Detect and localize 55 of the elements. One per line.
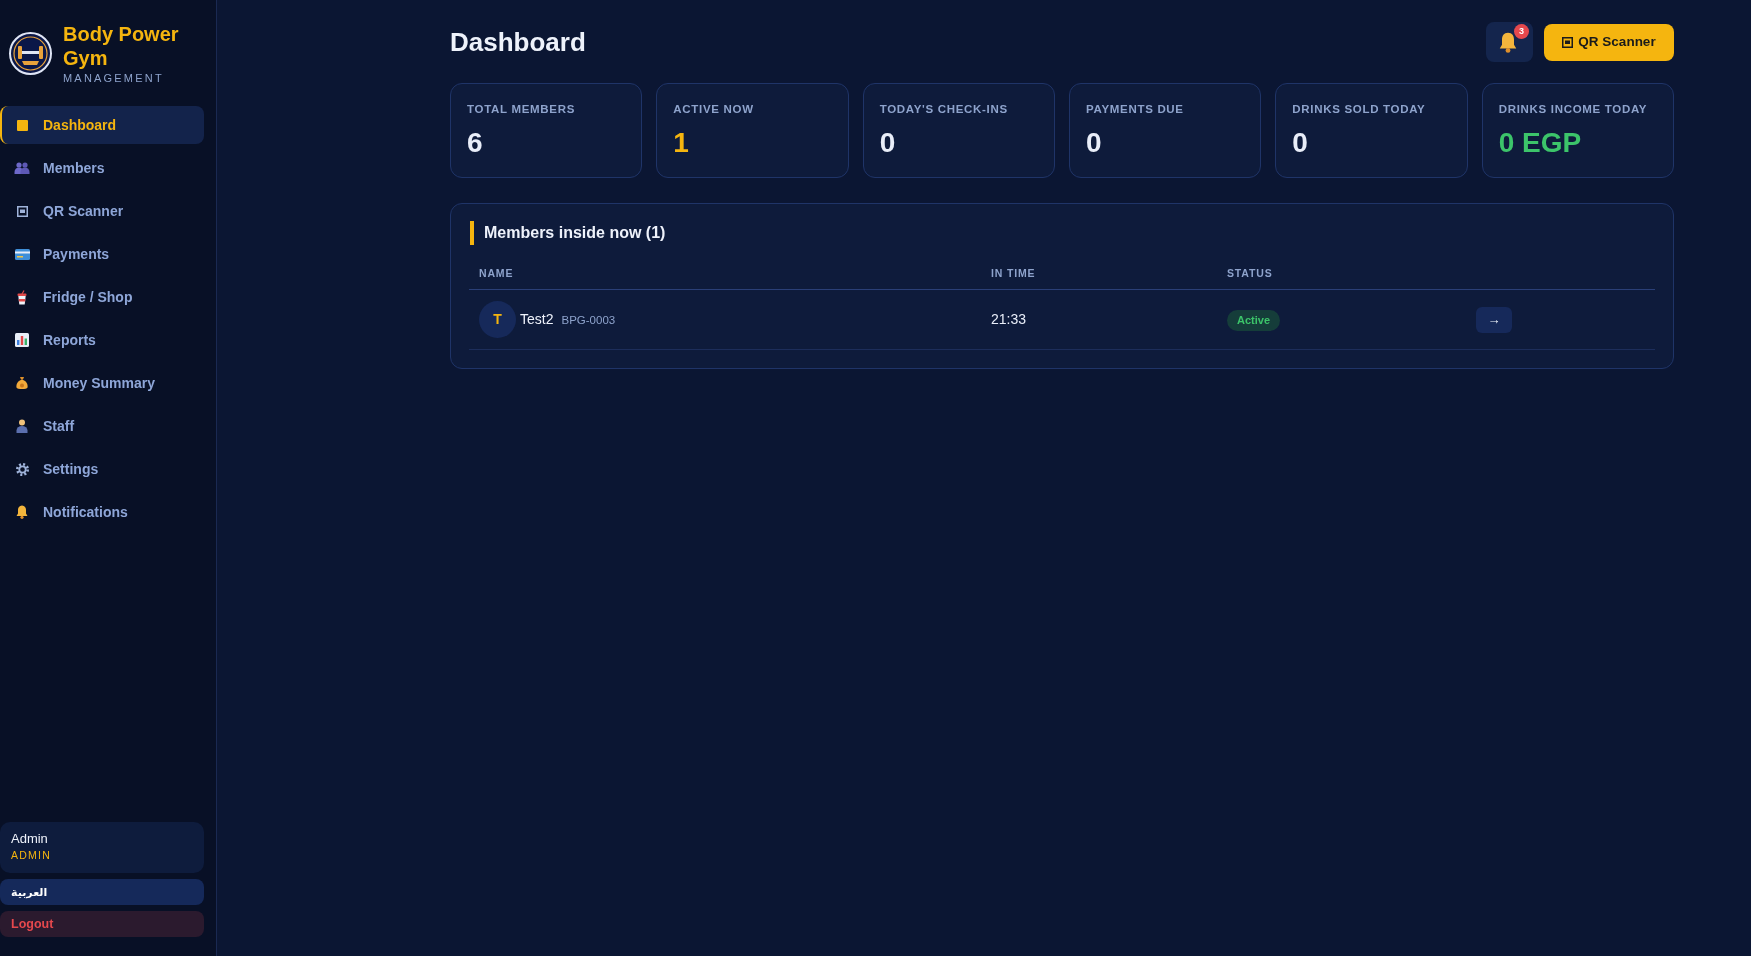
scan-frame-icon	[16, 205, 28, 217]
sidebar-item[interactable]: Notifications	[0, 493, 204, 531]
stat-value: 0 EGP	[1498, 126, 1583, 160]
stat-value: 0	[1292, 126, 1309, 160]
sidebar-item[interactable]: Money Summary	[0, 364, 204, 402]
qr-scanner-button[interactable]: QR Scanner	[1544, 23, 1674, 61]
stat-value: 6	[467, 126, 484, 160]
user-name: Admin	[11, 831, 49, 847]
notification-badge: 3	[1514, 24, 1529, 39]
brand-subtitle: MANAGEMENT	[63, 71, 165, 85]
brand-title: Body Power Gym	[63, 22, 180, 70]
credit-card-icon	[14, 248, 30, 260]
member-name: Test2	[520, 310, 554, 329]
stat-value: 1	[673, 126, 690, 160]
sidebar-item[interactable]: Reports	[0, 321, 204, 359]
sidebar-item[interactable]: QR Scanner	[0, 192, 204, 230]
avatar: T	[479, 301, 516, 338]
notifications-button[interactable]: 3	[1486, 22, 1533, 62]
sidebar-item[interactable]: Members	[0, 149, 204, 187]
table-cell: 21:33	[981, 289, 1217, 350]
sidebar-item[interactable]: Fridge / Shop	[0, 278, 204, 316]
person-icon	[16, 419, 28, 433]
logout-button[interactable]: Logout	[0, 911, 204, 937]
column-header: STATUS	[1217, 257, 1466, 290]
member-id: BPG-0003	[561, 312, 616, 328]
status-badge: Active	[1227, 309, 1281, 331]
user-role: ADMIN	[11, 848, 53, 862]
language-button[interactable]: العربية	[0, 879, 204, 905]
panel-title: Members inside now (1)	[470, 221, 1655, 245]
bell-icon	[16, 505, 28, 519]
stat-label: PAYMENTS DUE	[1086, 102, 1185, 117]
stat-label: TOTAL MEMBERS	[467, 102, 576, 117]
column-header: NAME	[469, 257, 981, 290]
sidebar-item[interactable]: Settings	[0, 450, 204, 488]
people-icon	[14, 162, 30, 174]
arrow-button[interactable]: →	[1476, 306, 1512, 333]
stat-value: 0	[879, 126, 897, 160]
money-bag-icon	[16, 376, 28, 390]
stat-label: DRINKS SOLD TODAY	[1292, 102, 1427, 117]
stat-label: DRINKS INCOME TODAY	[1498, 102, 1649, 117]
sidebar-item[interactable]: Staff	[0, 407, 204, 445]
stat-value: 0	[1086, 126, 1103, 160]
gym-logo	[9, 32, 52, 75]
drink-cup-icon	[17, 289, 27, 305]
sidebar-item[interactable]: Payments	[0, 235, 204, 273]
settings-icon	[15, 462, 29, 476]
bar-chart-icon	[15, 333, 29, 347]
column-header: IN TIME	[981, 257, 1217, 290]
scan-frame-icon	[1562, 36, 1574, 48]
square-icon	[16, 119, 28, 131]
bell-icon	[1498, 31, 1517, 53]
page-title: Dashboard	[450, 26, 586, 58]
sidebar-item[interactable]: Dashboard	[0, 106, 204, 144]
stat-label: ACTIVE NOW	[673, 102, 755, 117]
stat-label: TODAY'S CHECK-INS	[879, 102, 1009, 117]
